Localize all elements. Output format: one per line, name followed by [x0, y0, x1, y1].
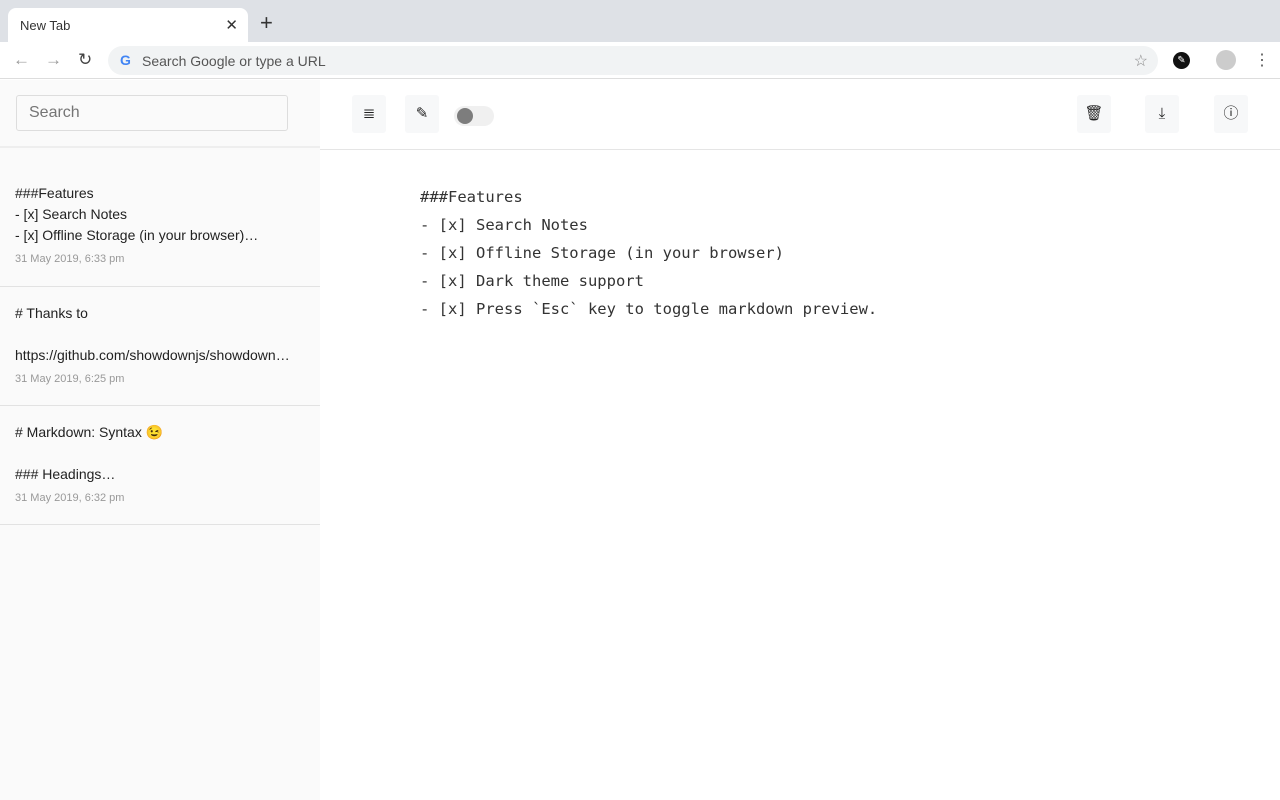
download-icon: ⤓: [1159, 105, 1166, 122]
help-button[interactable]: ⓘ: [1214, 95, 1248, 133]
tab-new-tab[interactable]: New Tab ✕: [8, 8, 248, 42]
note-list-item[interactable]: # Markdown: Syntax 😉 ### Headings… 31 May …: [0, 406, 320, 525]
back-icon[interactable]: ←: [13, 50, 30, 70]
note-date: 31 May 2019, 6:25 pm: [15, 369, 305, 390]
bookmark-star-icon[interactable]: ☆: [1134, 51, 1148, 71]
markdown-editor[interactable]: ###Features- [x] Search Notes- [x] Offli…: [320, 150, 1280, 323]
note-preview-line: ### Headings…: [15, 464, 305, 485]
search-input[interactable]: [16, 95, 288, 131]
forward-icon[interactable]: →: [45, 50, 62, 70]
note-list-item[interactable]: # Thanks to https://github.com/showdownjs…: [0, 287, 320, 406]
close-tab-icon[interactable]: ✕: [225, 16, 238, 34]
profile-avatar[interactable]: [1216, 50, 1236, 70]
toggle-knob: [457, 108, 473, 124]
preview-toggle[interactable]: [454, 106, 494, 126]
note-preview-line: ###Features: [15, 183, 305, 204]
note-preview-line: # Thanks to: [15, 303, 305, 324]
download-button[interactable]: ⤓: [1145, 95, 1179, 133]
trash-icon: 🗑: [1084, 105, 1103, 122]
tab-strip: New Tab ✕ +: [0, 0, 1280, 42]
editor-line: - [x] Search Notes: [420, 211, 1280, 239]
reload-icon[interactable]: ↻: [78, 50, 92, 70]
note-list-item[interactable]: ###Features- [x] Search Notes- [x] Offli…: [0, 168, 320, 287]
note-preview-line: [15, 443, 305, 464]
divider: [0, 146, 320, 148]
omnibox[interactable]: G Search Google or type a URL ☆: [108, 46, 1158, 75]
editor-line: ###Features: [420, 183, 1280, 211]
delete-button[interactable]: 🗑: [1077, 95, 1111, 133]
editor-toolbar: ≣ ✎ 🗑 ⤓ ⓘ: [320, 80, 1280, 150]
tab-title: New Tab: [20, 18, 70, 33]
editor-line: - [x] Offline Storage (in your browser): [420, 239, 1280, 267]
note-preview-line: # Markdown: Syntax 😉: [15, 422, 305, 443]
editor-line: - [x] Dark theme support: [420, 267, 1280, 295]
menu-icon[interactable]: ⋮: [1254, 50, 1270, 70]
pencil-icon: ✎: [416, 105, 429, 122]
list-toggle-button[interactable]: ≣: [352, 95, 386, 133]
new-note-button[interactable]: ✎: [405, 95, 439, 133]
help-icon: ⓘ: [1223, 105, 1238, 122]
note-preview-line: [15, 324, 305, 345]
note-date: 31 May 2019, 6:33 pm: [15, 249, 305, 270]
note-preview-line: - [x] Offline Storage (in your browser)…: [15, 225, 305, 246]
note-preview-line: - [x] Search Notes: [15, 204, 305, 225]
menu-lines-icon: ≣: [363, 105, 376, 122]
note-preview-line: https://github.com/showdownjs/showdown…: [15, 345, 305, 366]
editor-line: - [x] Press `Esc` key to toggle markdown…: [420, 295, 1280, 323]
browser-toolbar: ← → ↻ G Search Google or type a URL ☆ ✎ ⋮: [0, 42, 1280, 79]
omnibox-placeholder: Search Google or type a URL: [142, 53, 326, 69]
new-tab-button[interactable]: +: [260, 10, 273, 36]
google-icon: G: [120, 52, 131, 68]
editor-pane: ≣ ✎ 🗑 ⤓ ⓘ ###Features- [x] Search Notes-…: [320, 80, 1280, 800]
notes-sidebar: ###Features- [x] Search Notes- [x] Offli…: [0, 80, 320, 800]
note-date: 31 May 2019, 6:32 pm: [15, 488, 305, 509]
extension-icon[interactable]: ✎: [1173, 52, 1190, 69]
